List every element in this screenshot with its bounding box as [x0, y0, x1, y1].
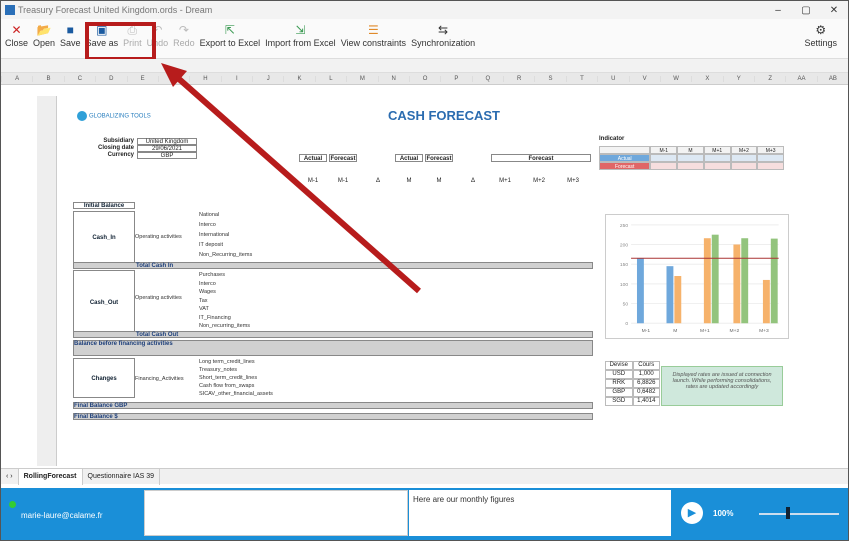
chat-input[interactable]	[144, 490, 408, 536]
chat-message: Here are our monthly figures	[409, 490, 671, 536]
tab-nav-left[interactable]: ‹ ›	[1, 468, 19, 485]
online-indicator	[9, 500, 16, 508]
tab-rolling-forecast[interactable]: RollingForecast	[18, 468, 83, 485]
app-window: Treasury Forecast United Kingdom.ords - …	[0, 0, 849, 541]
zoom-thumb[interactable]	[786, 507, 790, 519]
sheet-tabs: ‹ › RollingForecast Questionnaire IAS 39	[1, 468, 848, 485]
zoom-slider[interactable]	[759, 513, 839, 515]
annotation-arrow	[161, 63, 421, 294]
send-icon: ▶	[687, 507, 697, 519]
user-email: marie-laure@calame.fr	[21, 510, 103, 520]
send-button[interactable]: ▶	[681, 502, 703, 524]
tab-questionnaire[interactable]: Questionnaire IAS 39	[83, 468, 161, 485]
zoom-level: 100%	[713, 509, 734, 518]
user-info: marie-laure@calame.fr	[1, 500, 116, 520]
arrow-line	[177, 76, 421, 294]
status-bar: marie-laure@calame.fr Here are our month…	[1, 488, 848, 540]
